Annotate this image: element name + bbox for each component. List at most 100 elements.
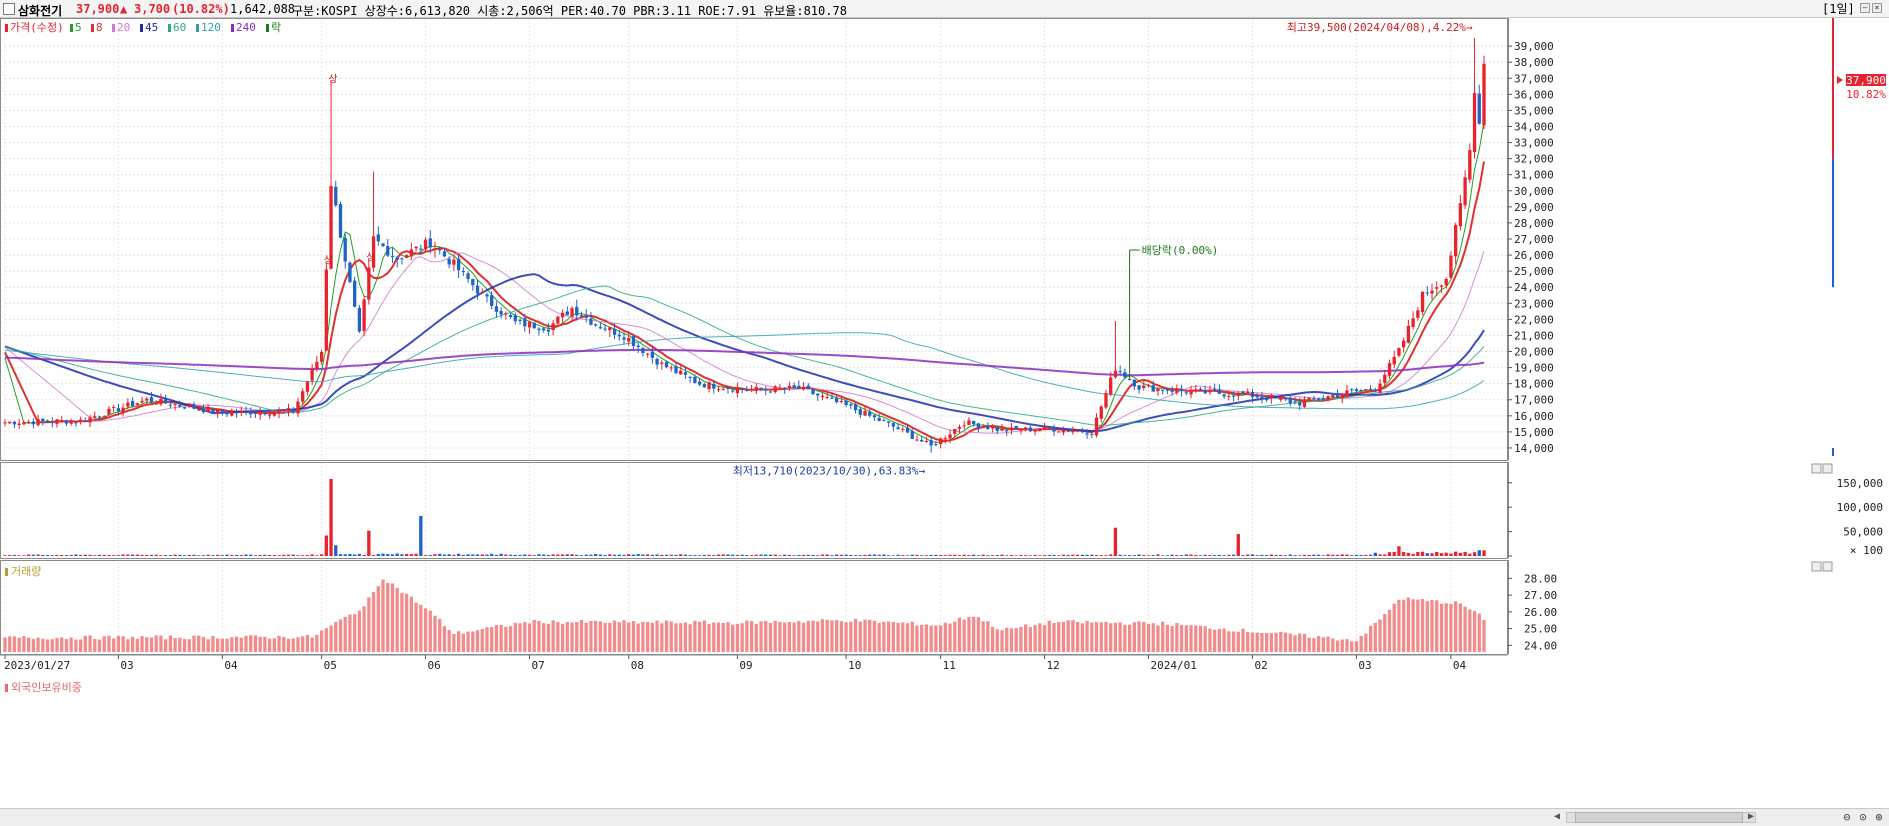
foreign-bar — [1378, 619, 1382, 652]
candle-body — [22, 422, 26, 425]
candle-body — [1453, 225, 1458, 257]
pane-maximize-icon[interactable] — [1811, 561, 1822, 572]
volume-bar — [168, 555, 173, 556]
volume-bar — [149, 554, 154, 556]
volume-bar — [1146, 555, 1151, 556]
candle-body — [1312, 398, 1316, 400]
foreign-bar — [159, 635, 163, 652]
foreign-bar — [735, 624, 740, 652]
dividend-annotation: 배당락(0.00%) — [1142, 244, 1219, 257]
date-axis-label: 02 — [1254, 659, 1267, 672]
volume-bar — [863, 554, 867, 556]
select-checkbox[interactable] — [3, 3, 15, 15]
volume-bar — [608, 554, 612, 556]
volume-bar — [400, 554, 404, 556]
foreign-bar — [1392, 603, 1396, 652]
volume-bar — [1009, 554, 1014, 556]
stock-chart[interactable]: 가격(수정) 5 8 20 45 60 120 240 락 최고39,500(2024/04/… — [0, 18, 1889, 808]
pane-close-icon[interactable] — [1822, 561, 1833, 572]
foreign-bar — [423, 608, 428, 652]
candle-body — [1090, 433, 1094, 435]
candle-body — [1402, 340, 1406, 348]
scrollbar-thumb[interactable] — [1575, 812, 1743, 823]
candle-body — [1269, 395, 1274, 399]
volume-bar — [353, 554, 357, 556]
close-icon[interactable]: × — [1872, 3, 1882, 13]
date-x-axis: 2023/01/27 03 04 05 06 07 08 09 10 11 12 2024/01 02 0… — [0, 654, 1508, 672]
foreign-bar — [343, 616, 347, 652]
candle-body — [93, 416, 97, 418]
pane-close-icon[interactable] — [1822, 463, 1833, 474]
candle-body — [187, 405, 191, 408]
volume-bar — [173, 554, 177, 556]
volume-bar — [1208, 555, 1212, 556]
candle-body — [1383, 374, 1387, 383]
candle-body — [41, 418, 45, 421]
volume-bar — [674, 554, 678, 556]
foreign-bar — [244, 635, 248, 652]
foreign-bar — [1345, 639, 1349, 652]
ma-legend-marker-60 — [168, 24, 171, 32]
foreign-bar — [816, 621, 820, 652]
volume-legend-marker — [5, 568, 8, 576]
candle-body — [400, 258, 404, 260]
date-axis-label: 03 — [120, 659, 133, 672]
candle-body — [319, 352, 324, 362]
price-axis-label: 30,000 — [1514, 185, 1554, 198]
volume-bar — [225, 554, 229, 556]
candle-body — [159, 398, 163, 405]
volume-bar — [409, 554, 414, 556]
candle-body — [1127, 378, 1132, 380]
volume-bar — [1298, 555, 1302, 556]
volume-bar — [650, 554, 655, 556]
volume-bar — [1411, 553, 1415, 556]
volume-bar — [731, 554, 735, 556]
candle-body — [962, 425, 966, 427]
foreign-bar — [1255, 632, 1259, 652]
candle-body — [1038, 429, 1042, 432]
volume-bar — [1435, 552, 1439, 556]
foreign-bar — [1099, 622, 1103, 652]
foreign-bar — [716, 622, 721, 652]
foreign-bar — [721, 622, 725, 652]
candle-body — [1104, 392, 1108, 408]
foreign-bar — [17, 637, 21, 652]
foreign-bar — [905, 623, 910, 652]
volume-bar — [797, 554, 801, 556]
candle-body — [12, 421, 17, 425]
volume-bar — [551, 554, 555, 556]
minimize-icon[interactable]: – — [1860, 3, 1870, 13]
zoom-out-icon[interactable]: ⊖ — [1840, 810, 1854, 824]
zoom-in-icon[interactable]: ⊕ — [1872, 810, 1886, 824]
volume-bar — [990, 555, 995, 556]
volume-bar — [182, 555, 187, 556]
period-button[interactable]: [1일] — [1820, 2, 1857, 16]
stock-name[interactable]: 삼화전기 — [18, 2, 62, 19]
volume-bar — [78, 554, 83, 556]
volume-bar — [215, 554, 220, 556]
foreign-bar — [697, 621, 702, 652]
foreign-bar — [712, 622, 716, 652]
pane-maximize-icon[interactable] — [1811, 463, 1822, 474]
volume-bar — [1326, 554, 1330, 556]
volume-bar — [513, 554, 517, 556]
foreign-bar — [603, 622, 607, 652]
candle-body — [1444, 279, 1448, 286]
candle-body — [896, 427, 900, 430]
date-axis-label: 12 — [1047, 659, 1060, 672]
zoom-reset-icon[interactable]: ⊙ — [1856, 810, 1870, 824]
foreign-bar — [116, 635, 121, 652]
candle-body — [608, 327, 612, 331]
candle-body — [905, 427, 910, 433]
candle-body — [1293, 401, 1297, 403]
scroll-right-icon[interactable]: ▶ — [1748, 811, 1754, 822]
foreign-bar — [319, 630, 324, 652]
volume-bar — [886, 555, 891, 556]
volume-bar — [1316, 554, 1321, 556]
foreign-bar — [929, 625, 933, 652]
price-axis-label: 29,000 — [1514, 201, 1554, 214]
ma-line-240 — [4, 348, 1485, 377]
scroll-left-icon[interactable]: ◀ — [1554, 811, 1560, 822]
candle-body — [1435, 287, 1439, 289]
candle-body — [508, 315, 513, 318]
